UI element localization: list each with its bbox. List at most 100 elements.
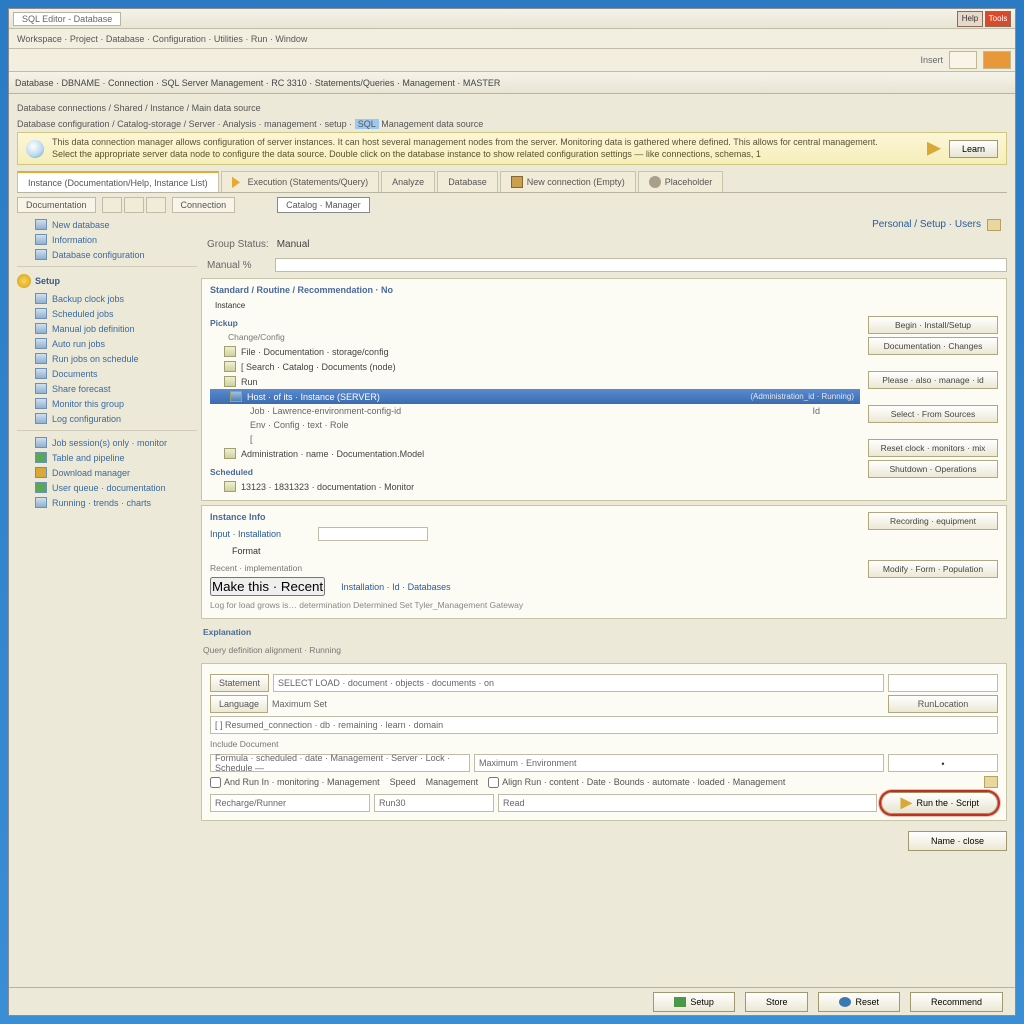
content-area: Database connections / Shared / Instance…: [9, 94, 1015, 987]
tab-database[interactable]: Database: [437, 171, 498, 192]
statement-aux[interactable]: [888, 674, 998, 692]
sidebar-item-docs[interactable]: Documents: [17, 366, 197, 381]
filter-connection[interactable]: Connection: [172, 197, 236, 213]
menubar[interactable]: Workspace · Project · Database · Configu…: [9, 29, 1015, 49]
filter-documentation[interactable]: Documentation: [17, 197, 96, 213]
tool-icon-2[interactable]: [983, 51, 1011, 69]
sidebar-item-trends[interactable]: Running · trends · charts: [17, 495, 197, 510]
btn-shutdown[interactable]: Shutdown · Operations: [868, 460, 998, 478]
filter-mini-3[interactable]: [146, 197, 166, 213]
tab-new-connection[interactable]: New connection (Empty): [500, 171, 636, 192]
btn-runlocation[interactable]: RunLocation: [888, 695, 998, 713]
grid-inputs: Statement SELECT LOAD · document · objec…: [210, 674, 998, 772]
sidebar-item-sched[interactable]: Scheduled jobs: [17, 306, 197, 321]
sidebar-item-new-db[interactable]: New database: [17, 217, 197, 232]
install-input[interactable]: [318, 527, 428, 541]
sub-tab-catalog[interactable]: Catalog · Manager: [277, 197, 370, 213]
tree-subitem[interactable]: [: [222, 432, 860, 446]
sidebar-item-queue[interactable]: User queue · documentation: [17, 480, 197, 495]
sidebar-item-manual[interactable]: Manual job definition: [17, 321, 197, 336]
sidebar-item-table[interactable]: Table and pipeline: [17, 450, 197, 465]
env-aux[interactable]: •: [888, 754, 998, 772]
bottom-recommend[interactable]: Recommend: [910, 992, 1003, 1012]
tab-database-label: Database: [448, 177, 487, 187]
tab-execution[interactable]: Execution (Statements/Query): [221, 171, 380, 192]
sidebar-item-dbconfig[interactable]: Database configuration: [17, 247, 197, 262]
pct-input[interactable]: [275, 258, 1007, 272]
chk-monitoring[interactable]: And Run In · monitoring · Management: [210, 777, 380, 788]
tab-new-connection-label: New connection (Empty): [527, 177, 625, 187]
chart-icon: [35, 497, 47, 508]
tree-item[interactable]: Administration · name · Documentation.Mo…: [210, 446, 860, 461]
explain-body: Query definition alignment · Running: [201, 645, 1007, 659]
sidebar-item-info[interactable]: Information: [17, 232, 197, 247]
clock-icon: [35, 293, 47, 304]
tree-subitem[interactable]: Job · Lawrence-environment-config-idId: [222, 404, 860, 418]
tree-item[interactable]: File · Documentation · storage/config: [210, 344, 860, 359]
run-script-button[interactable]: Run the · Script: [881, 792, 998, 814]
statement-input[interactable]: SELECT LOAD · document · objects · docum…: [273, 674, 884, 692]
tab-analyze[interactable]: Analyze: [381, 171, 435, 192]
chk-monitoring-box[interactable]: [210, 777, 221, 788]
btn-select-sources[interactable]: Select · From Sources: [868, 405, 998, 423]
sidebar-item-download[interactable]: Download manager: [17, 465, 197, 480]
ft-col1: Recharge/Runner: [210, 794, 370, 812]
run-icon: [35, 353, 47, 364]
tree-item-sched[interactable]: 13123 · 1831323 · documentation · Monito…: [210, 479, 860, 494]
btn-statement[interactable]: Statement: [210, 674, 269, 692]
btn-begin-install[interactable]: Begin · Install/Setup: [868, 316, 998, 334]
sidebar-item-share[interactable]: Share forecast: [17, 381, 197, 396]
field-label-link[interactable]: Manual %: [207, 260, 267, 271]
field-manual-pct: Manual %: [201, 256, 1007, 274]
close-window-button[interactable]: Tools: [985, 11, 1011, 27]
tool-icon-1[interactable]: [949, 51, 977, 69]
tree-label: Job · Lawrence-environment-config-id: [250, 406, 401, 416]
btn-modify-form[interactable]: Modify · Form · Population: [868, 560, 998, 578]
sidebar-item-monitor[interactable]: Monitor this group: [17, 396, 197, 411]
details-header-link[interactable]: Personal / Setup · Users: [872, 219, 981, 231]
env-input[interactable]: Maximum · Environment: [474, 754, 884, 772]
file-icon: [224, 448, 236, 459]
sidebar-item-log[interactable]: Log configuration: [17, 411, 197, 426]
btn-reset-monitors[interactable]: Reset clock · monitors · mix: [868, 439, 998, 457]
sidebar-item-runjobs[interactable]: Run jobs on schedule: [17, 351, 197, 366]
reset-icon: [839, 997, 851, 1007]
sidebar-item-backup[interactable]: Backup clock jobs: [17, 291, 197, 306]
sidebar-label: Download manager: [52, 468, 130, 478]
help-button[interactable]: Help: [957, 11, 983, 27]
bottom-reset[interactable]: Reset: [818, 992, 900, 1012]
table-icon: [35, 452, 47, 463]
tree-subitem[interactable]: Env · Config · text · Role: [222, 418, 860, 432]
bottom-store[interactable]: Store: [745, 992, 809, 1012]
tab-placeholder[interactable]: Placeholder: [638, 171, 724, 192]
link-impl-db[interactable]: Installation · Id · Databases: [341, 582, 451, 592]
btn-make-recent[interactable]: Make this · Recent: [210, 577, 325, 596]
title-tab[interactable]: SQL Editor - Database: [13, 12, 121, 26]
tree-item[interactable]: Run: [210, 374, 860, 389]
window-controls: Help Tools: [957, 11, 1011, 27]
btn-recording[interactable]: Recording · equipment: [868, 512, 998, 530]
btn-doc-changes[interactable]: Documentation · Changes: [868, 337, 998, 355]
btn-language[interactable]: Language: [210, 695, 268, 713]
tree-item[interactable]: [ Search · Catalog · Documents (node): [210, 359, 860, 374]
db-icon: [35, 219, 47, 230]
sidebar-label: Documents: [52, 369, 98, 379]
formula-input[interactable]: Formula · scheduled · date · Management …: [210, 754, 470, 772]
sidebar-group-setup: Setup: [17, 271, 197, 291]
auto-icon: [35, 338, 47, 349]
filter-mini-2[interactable]: [124, 197, 144, 213]
close-button[interactable]: Name · close: [908, 831, 1007, 851]
bottom-setup[interactable]: Setup: [653, 992, 735, 1012]
link-install[interactable]: Input · Installation: [210, 529, 310, 539]
sidebar-item-auto[interactable]: Auto run jobs: [17, 336, 197, 351]
tree-item-selected[interactable]: Host · of its · Instance (SERVER) (Admin…: [210, 389, 860, 404]
sidebar-label: Job session(s) only · monitor: [52, 438, 167, 448]
sidebar-item-session[interactable]: Job session(s) only · monitor: [17, 435, 197, 450]
banner-learn-button[interactable]: Learn: [949, 140, 998, 158]
chk-align-box[interactable]: [488, 777, 499, 788]
filter-mini-1[interactable]: [102, 197, 122, 213]
tab-instance[interactable]: Instance (Documentation/Help, Instance L…: [17, 171, 219, 192]
btn-manage-id[interactable]: Please · also · manage · id: [868, 371, 998, 389]
resume-input[interactable]: [ ] Resumed_connection · db · remaining …: [210, 716, 998, 734]
chk-align[interactable]: Align Run · content · Date · Bounds · au…: [488, 777, 785, 788]
